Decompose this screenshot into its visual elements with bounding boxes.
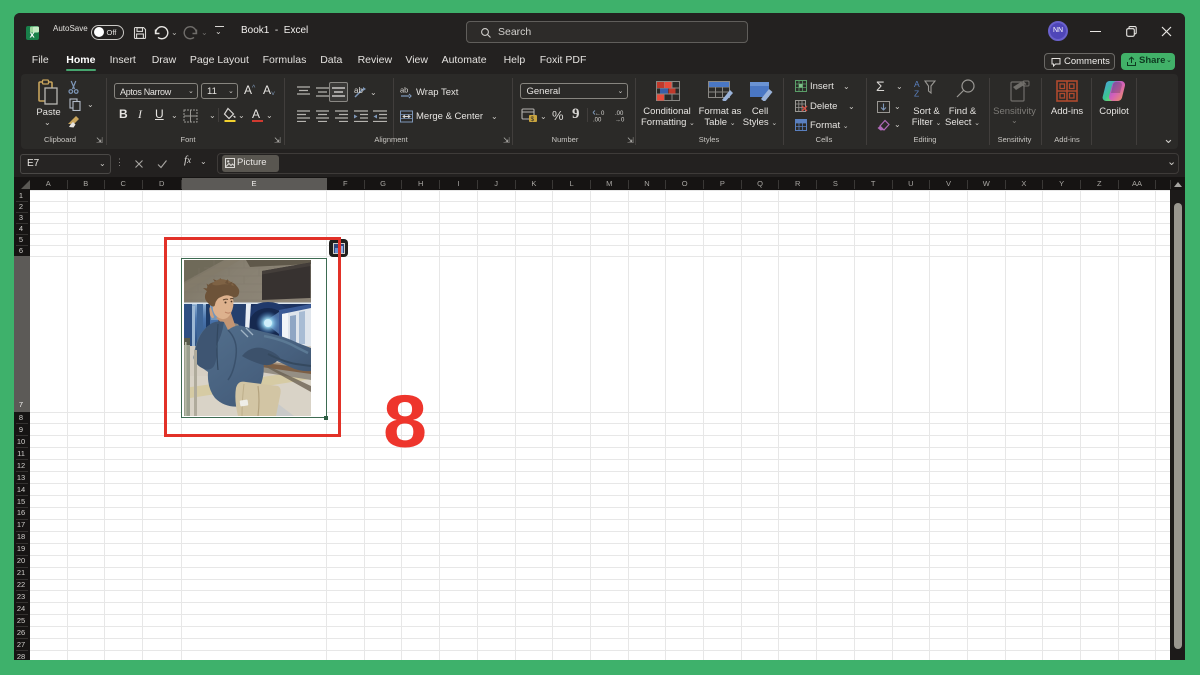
svg-text:←0: ←0: [595, 111, 605, 117]
svg-text:→0: →0: [615, 118, 625, 123]
svg-text:ab: ab: [400, 86, 408, 95]
svg-text:$: $: [531, 116, 535, 123]
svg-text:A: A: [914, 79, 920, 89]
svg-text:x: x: [30, 30, 35, 40]
svg-text:Z: Z: [914, 89, 919, 99]
svg-text:ab: ab: [354, 86, 363, 95]
svg-text:.00: .00: [615, 111, 624, 117]
svg-text:.00: .00: [593, 118, 602, 123]
